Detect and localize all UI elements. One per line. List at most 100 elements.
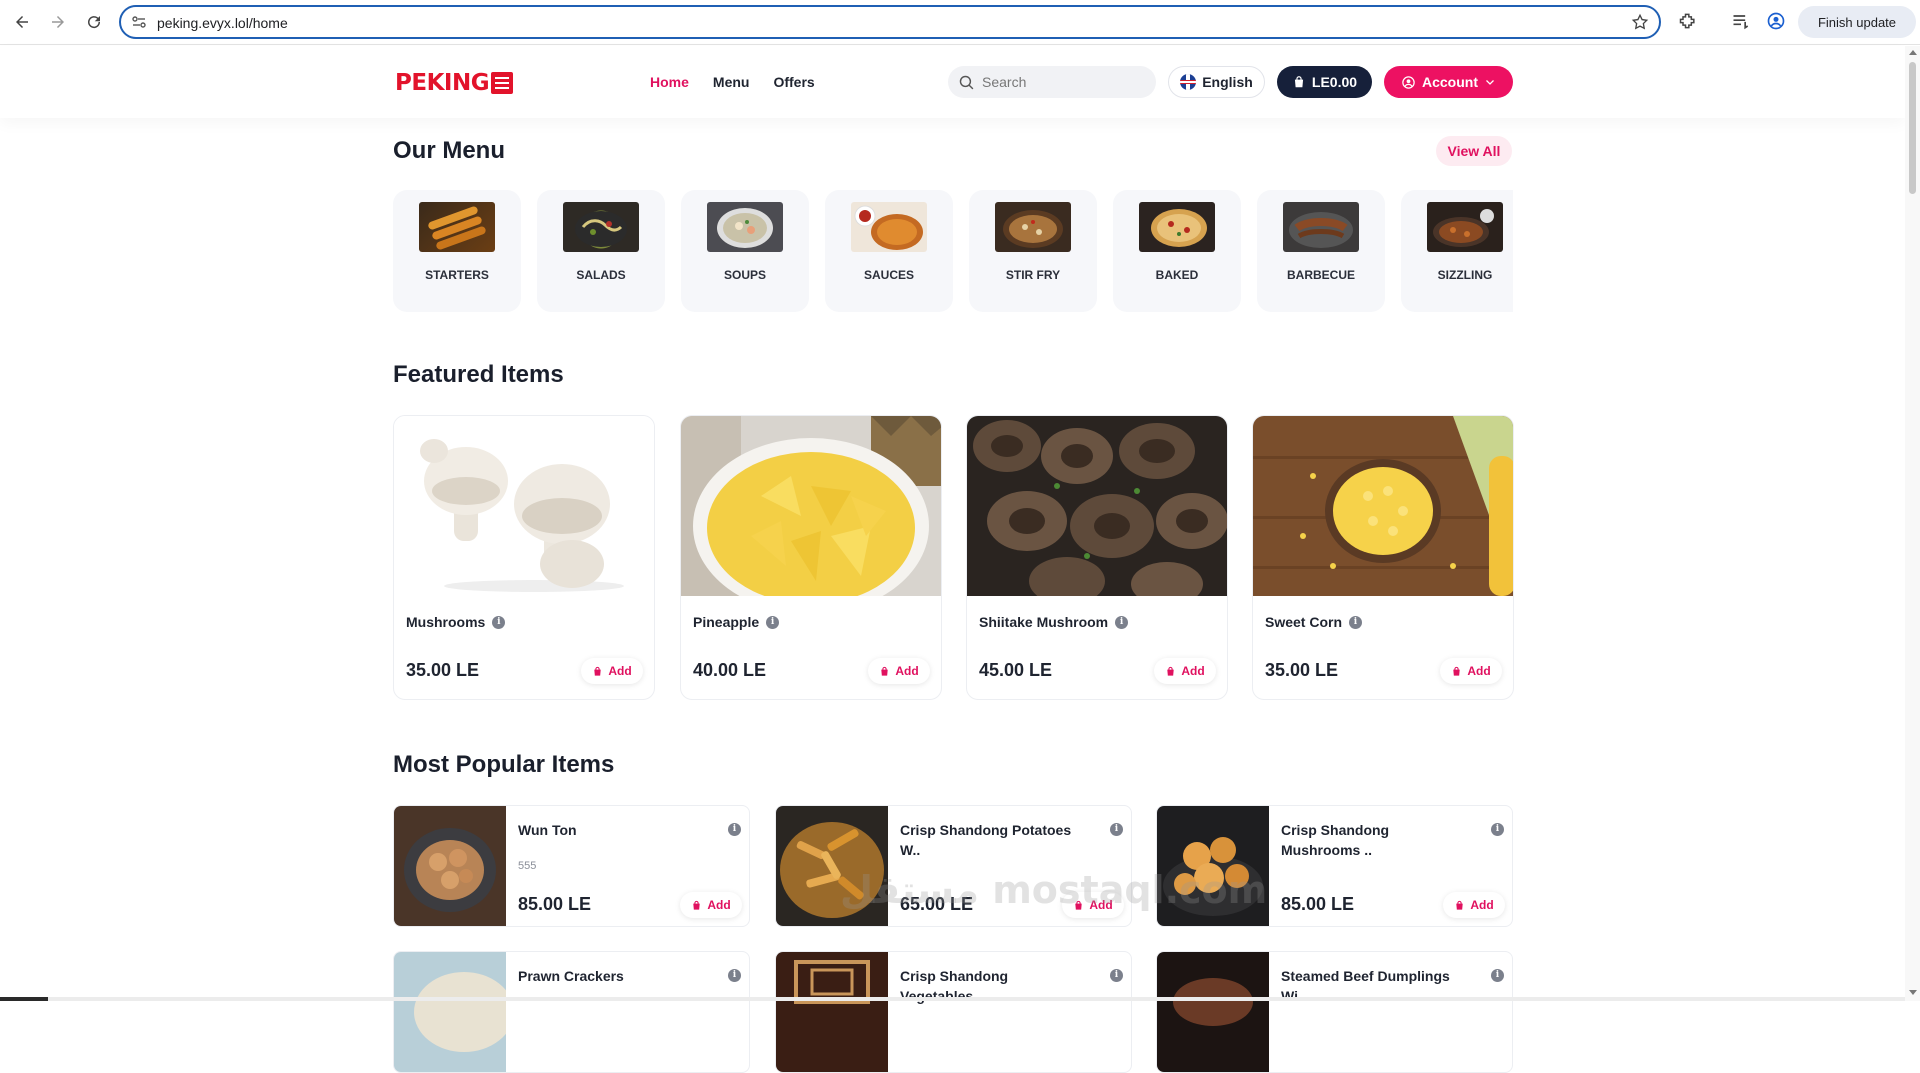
product-name: Sweet Corn i xyxy=(1265,614,1363,630)
featured-card-mushrooms[interactable]: Mushrooms i 35.00 LE Add xyxy=(393,415,655,700)
product-price: 45.00 LE xyxy=(979,660,1053,680)
view-all-button[interactable]: View All xyxy=(1436,136,1512,166)
info-icon[interactable]: i xyxy=(1349,615,1363,629)
arrow-right-icon xyxy=(52,16,64,28)
reload-button[interactable] xyxy=(80,8,108,36)
featured-card-pineapple[interactable]: Pineapple i 40.00 LE Add xyxy=(680,415,942,700)
category-sizzling[interactable]: SIZZLING xyxy=(1401,190,1513,312)
category-label: SAUCES xyxy=(863,268,914,282)
category-thumbnail xyxy=(1283,202,1359,252)
add-to-cart-button[interactable]: Add xyxy=(1440,658,1502,684)
featured-card-shiitake-mushroom[interactable]: Shiitake Mushroom i 45.00 LE Add xyxy=(966,415,1228,700)
product-name: Crisp Shandong Potatoes W.. xyxy=(900,822,1072,858)
popular-card-wun-ton[interactable]: Wun Ton i 555 85.00 LE Add xyxy=(393,805,750,927)
info-icon[interactable]: i xyxy=(1115,615,1129,629)
reading-list-icon[interactable] xyxy=(1731,11,1751,31)
info-icon[interactable]: i xyxy=(1491,823,1504,836)
product-name-text: Sweet Corn xyxy=(1265,614,1343,630)
add-to-cart-button[interactable]: Add xyxy=(680,892,742,918)
category-starters[interactable]: STARTERS xyxy=(393,190,521,312)
add-label: Add xyxy=(895,664,919,678)
finish-update-button[interactable]: Finish update xyxy=(1798,6,1916,38)
profile-icon[interactable] xyxy=(1766,11,1786,31)
address-bar[interactable]: peking.evyx.lol/home xyxy=(119,5,1661,39)
chevron-down-icon xyxy=(1486,80,1494,85)
shopping-bag-icon xyxy=(1167,666,1175,676)
product-name: Prawn Crackers xyxy=(518,968,624,984)
scrollbar-thumb[interactable] xyxy=(1909,62,1916,194)
product-image xyxy=(776,806,888,926)
uk-flag-icon xyxy=(1180,74,1197,90)
product-image xyxy=(394,416,654,596)
nav-offers[interactable]: Offers xyxy=(773,74,814,90)
product-name: Pineapple i xyxy=(693,614,780,630)
logo-text: PEKING xyxy=(395,70,490,96)
product-name-text: Pineapple xyxy=(693,614,760,630)
peking-logo[interactable]: PEKING xyxy=(395,70,514,96)
category-thumbnail xyxy=(563,202,639,252)
add-label: Add xyxy=(1181,664,1205,678)
product-image xyxy=(394,952,506,1072)
category-stir-fry[interactable]: STIR FRY xyxy=(969,190,1097,312)
info-icon[interactable]: i xyxy=(766,615,780,629)
most-popular-title: Most Popular Items xyxy=(393,751,615,778)
category-thumbnail xyxy=(1139,202,1215,252)
nav-menu[interactable]: Menu xyxy=(713,74,750,90)
bookmark-star-icon[interactable] xyxy=(1631,13,1649,31)
popular-card-crisp-shandong-mushrooms[interactable]: Crisp Shandong Mushrooms .. i 85.00 LE A… xyxy=(1156,805,1513,927)
product-name: Crisp Shandong Mushrooms .. xyxy=(1281,822,1390,858)
add-to-cart-button[interactable]: Add xyxy=(581,658,643,684)
info-icon[interactable]: i xyxy=(728,823,741,836)
add-to-cart-button[interactable]: Add xyxy=(868,658,930,684)
cart-button[interactable]: LE0.00 xyxy=(1277,66,1372,98)
url-text: peking.evyx.lol/home xyxy=(157,15,288,31)
category-salads[interactable]: SALADS xyxy=(537,190,665,312)
info-icon[interactable]: i xyxy=(728,969,741,982)
category-baked[interactable]: BAKED xyxy=(1113,190,1241,312)
main-nav: Home Menu Offers xyxy=(650,74,815,90)
info-icon[interactable]: i xyxy=(1110,823,1123,836)
shopping-bag-icon xyxy=(1294,76,1304,88)
site-header: PEKING Home Menu Offers English LE0.00 A… xyxy=(0,46,1905,118)
extensions-icon[interactable] xyxy=(1678,11,1698,31)
language-label: English xyxy=(1202,74,1253,90)
add-label: Add xyxy=(608,664,632,678)
scroll-up-icon[interactable] xyxy=(1909,50,1917,55)
category-soups[interactable]: SOUPS xyxy=(681,190,809,312)
featured-card-sweet-corn[interactable]: Sweet Corn i 35.00 LE Add xyxy=(1252,415,1514,700)
shopping-bag-icon xyxy=(1453,666,1461,676)
our-menu-title: Our Menu xyxy=(393,137,505,164)
popular-card-steamed-beef-dumplings[interactable]: Steamed Beef Dumplings Wi.. i xyxy=(1156,951,1513,1073)
category-sauces[interactable]: SAUCES xyxy=(825,190,953,312)
arrow-left-icon xyxy=(16,16,28,28)
cart-total: LE0.00 xyxy=(1311,74,1358,90)
product-image xyxy=(1157,806,1269,926)
back-button[interactable] xyxy=(8,8,36,36)
product-price: 85.00 LE xyxy=(518,894,592,914)
category-thumbnail xyxy=(707,202,783,252)
add-to-cart-button[interactable]: Add xyxy=(1154,658,1216,684)
site-settings-icon[interactable] xyxy=(131,14,147,30)
popular-card-crisp-shandong-vegetables[interactable]: Crisp Shandong Vegetables.. i xyxy=(775,951,1132,1073)
forward-button[interactable] xyxy=(44,8,72,36)
page-scrollbar[interactable] xyxy=(1905,46,1920,1001)
featured-items-title: Featured Items xyxy=(393,361,564,388)
product-image xyxy=(1157,952,1269,1072)
shopping-bag-icon xyxy=(693,900,701,910)
category-barbecue[interactable]: BARBECUE xyxy=(1257,190,1385,312)
nav-home[interactable]: Home xyxy=(650,74,689,90)
popular-card-crisp-shandong-potatoes[interactable]: Crisp Shandong Potatoes W.. i 65.00 LE A… xyxy=(775,805,1132,927)
popular-card-prawn-crackers[interactable]: Prawn Crackers i xyxy=(393,951,750,1073)
shopping-bag-icon xyxy=(1075,900,1083,910)
category-label: BARBECUE xyxy=(1286,268,1355,282)
account-button[interactable]: Account xyxy=(1384,66,1513,98)
info-icon[interactable]: i xyxy=(1110,969,1123,982)
info-icon[interactable]: i xyxy=(492,615,506,629)
category-thumbnail xyxy=(995,202,1071,252)
add-to-cart-button[interactable]: Add xyxy=(1443,892,1505,918)
scroll-down-icon[interactable] xyxy=(1909,990,1917,995)
search-input[interactable] xyxy=(982,72,1142,92)
info-icon[interactable]: i xyxy=(1491,969,1504,982)
language-button[interactable]: English xyxy=(1168,66,1265,98)
add-to-cart-button[interactable]: Add xyxy=(1062,892,1124,918)
